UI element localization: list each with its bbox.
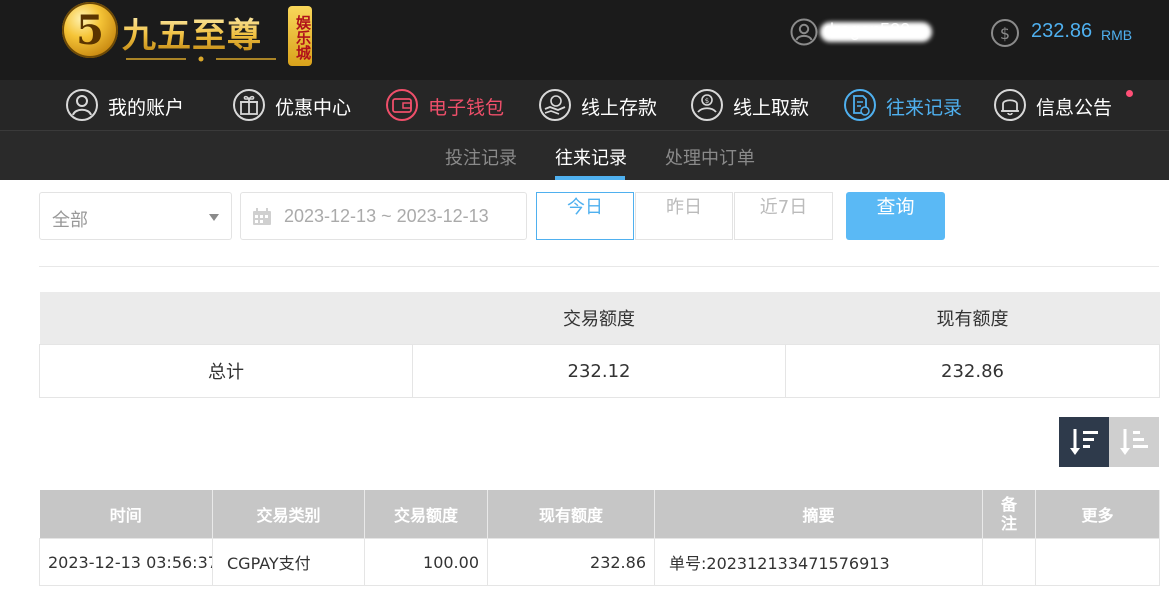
records-table: 时间 交易类别 交易额度 现有额度 摘要 备注 更多 2023-12-13 03… bbox=[39, 490, 1160, 586]
username-redaction bbox=[820, 22, 932, 42]
cell-remark bbox=[982, 538, 1036, 586]
summary-header-row: 交易额度 现有额度 bbox=[39, 292, 1160, 345]
logo-ornament-icon bbox=[126, 56, 276, 62]
nav-label: 优惠中心 bbox=[275, 97, 352, 119]
balance-unit: RMB bbox=[1101, 27, 1133, 43]
user-icon bbox=[66, 89, 98, 121]
gift-icon bbox=[233, 89, 265, 121]
sort-ascending-button[interactable] bbox=[1109, 417, 1159, 467]
cell-type: CGPAY支付 bbox=[212, 538, 365, 586]
summary-header-balance: 现有额度 bbox=[785, 292, 1160, 345]
header-time: 时间 bbox=[39, 490, 213, 539]
summary-header-amount: 交易额度 bbox=[412, 292, 786, 345]
nav-label: 电子钱包 bbox=[428, 97, 505, 119]
summary-total-amount: 232.12 bbox=[412, 344, 786, 398]
sub-nav: 投注记录 往来记录 处理中订单 bbox=[0, 131, 1169, 180]
records-icon bbox=[844, 89, 876, 121]
nav-label: 往来记录 bbox=[886, 97, 963, 119]
header-balance: 现有额度 bbox=[487, 490, 655, 539]
summary-header-blank bbox=[39, 292, 413, 345]
transaction-type-select[interactable]: 全部 bbox=[39, 192, 232, 240]
tab-pending-orders[interactable]: 处理中订单 bbox=[665, 144, 755, 170]
logo-badge: 5 bbox=[62, 2, 118, 58]
svg-text:$: $ bbox=[1000, 24, 1010, 43]
nav-label: 线上取款 bbox=[733, 97, 810, 119]
bell-icon bbox=[994, 89, 1026, 121]
nav-label: 信息公告 bbox=[1036, 97, 1113, 119]
tab-transaction-records[interactable]: 往来记录 bbox=[555, 144, 627, 170]
cell-summary: 单号:202312133471576913 bbox=[654, 538, 983, 586]
cell-balance: 232.86 bbox=[487, 538, 655, 586]
wallet-icon bbox=[386, 89, 418, 121]
records-header-row: 时间 交易类别 交易额度 现有额度 摘要 备注 更多 bbox=[39, 490, 1160, 539]
user-icon bbox=[790, 18, 818, 46]
summary-total-label: 总计 bbox=[39, 344, 413, 398]
query-button[interactable]: 查询 bbox=[846, 192, 945, 240]
summary-total-balance: 232.86 bbox=[785, 344, 1160, 398]
svg-text:$: $ bbox=[705, 97, 709, 105]
cell-amount: 100.00 bbox=[364, 538, 488, 586]
header-summary: 摘要 bbox=[654, 490, 983, 539]
withdraw-icon: $ bbox=[691, 89, 723, 121]
date-range-input[interactable]: 2023-12-13 ~ 2023-12-13 bbox=[240, 192, 527, 240]
summary-total-row: 总计 232.12 232.86 bbox=[39, 344, 1160, 398]
table-row: 2023-12-13 03:56:37 CGPAY支付 100.00 232.8… bbox=[39, 538, 1160, 586]
caret-down-icon bbox=[209, 214, 219, 221]
active-tab-indicator bbox=[555, 176, 625, 180]
deposit-icon bbox=[539, 89, 571, 121]
sort-ascending-icon bbox=[1120, 429, 1148, 455]
balance-amount: 232.86 bbox=[1031, 20, 1093, 42]
tab-bet-records[interactable]: 投注记录 bbox=[445, 144, 517, 170]
logo-badge-text: 5 bbox=[76, 7, 104, 54]
header-remark: 备注 bbox=[982, 490, 1036, 539]
section-divider bbox=[39, 266, 1159, 267]
main-nav: 我的账户 优惠中心 电子钱包 线上存款 $ 线上取款 往来记录 信息公告 bbox=[0, 80, 1169, 131]
notification-dot bbox=[1126, 90, 1133, 97]
select-value: 全部 bbox=[52, 210, 88, 231]
sort-descending-button[interactable] bbox=[1059, 417, 1109, 467]
logo-tag: 娱乐城 bbox=[288, 6, 312, 66]
header-type: 交易类别 bbox=[212, 490, 365, 539]
header-more: 更多 bbox=[1035, 490, 1160, 539]
summary-table: 交易额度 现有额度 总计 232.12 232.86 bbox=[39, 292, 1160, 398]
top-header: 5 九五至尊 娱乐城 dragon520 $ 232.86 RMB bbox=[0, 0, 1169, 80]
cell-more[interactable] bbox=[1035, 538, 1160, 586]
yesterday-button[interactable]: 昨日 bbox=[635, 192, 733, 240]
site-logo[interactable]: 5 九五至尊 娱乐城 bbox=[62, 2, 317, 68]
last-7-days-button[interactable]: 近7日 bbox=[734, 192, 833, 240]
dollar-icon: $ bbox=[991, 19, 1019, 47]
today-button[interactable]: 今日 bbox=[536, 192, 634, 240]
logo-title: 九五至尊 bbox=[122, 8, 262, 57]
nav-label: 我的账户 bbox=[108, 97, 185, 119]
cell-time: 2023-12-13 03:56:37 bbox=[39, 538, 213, 586]
date-range-value: 2023-12-13 ~ 2023-12-13 bbox=[284, 206, 489, 226]
nav-label: 线上存款 bbox=[581, 97, 658, 119]
header-amount: 交易额度 bbox=[364, 490, 488, 539]
calendar-icon bbox=[253, 208, 271, 225]
sort-descending-icon bbox=[1070, 429, 1098, 455]
